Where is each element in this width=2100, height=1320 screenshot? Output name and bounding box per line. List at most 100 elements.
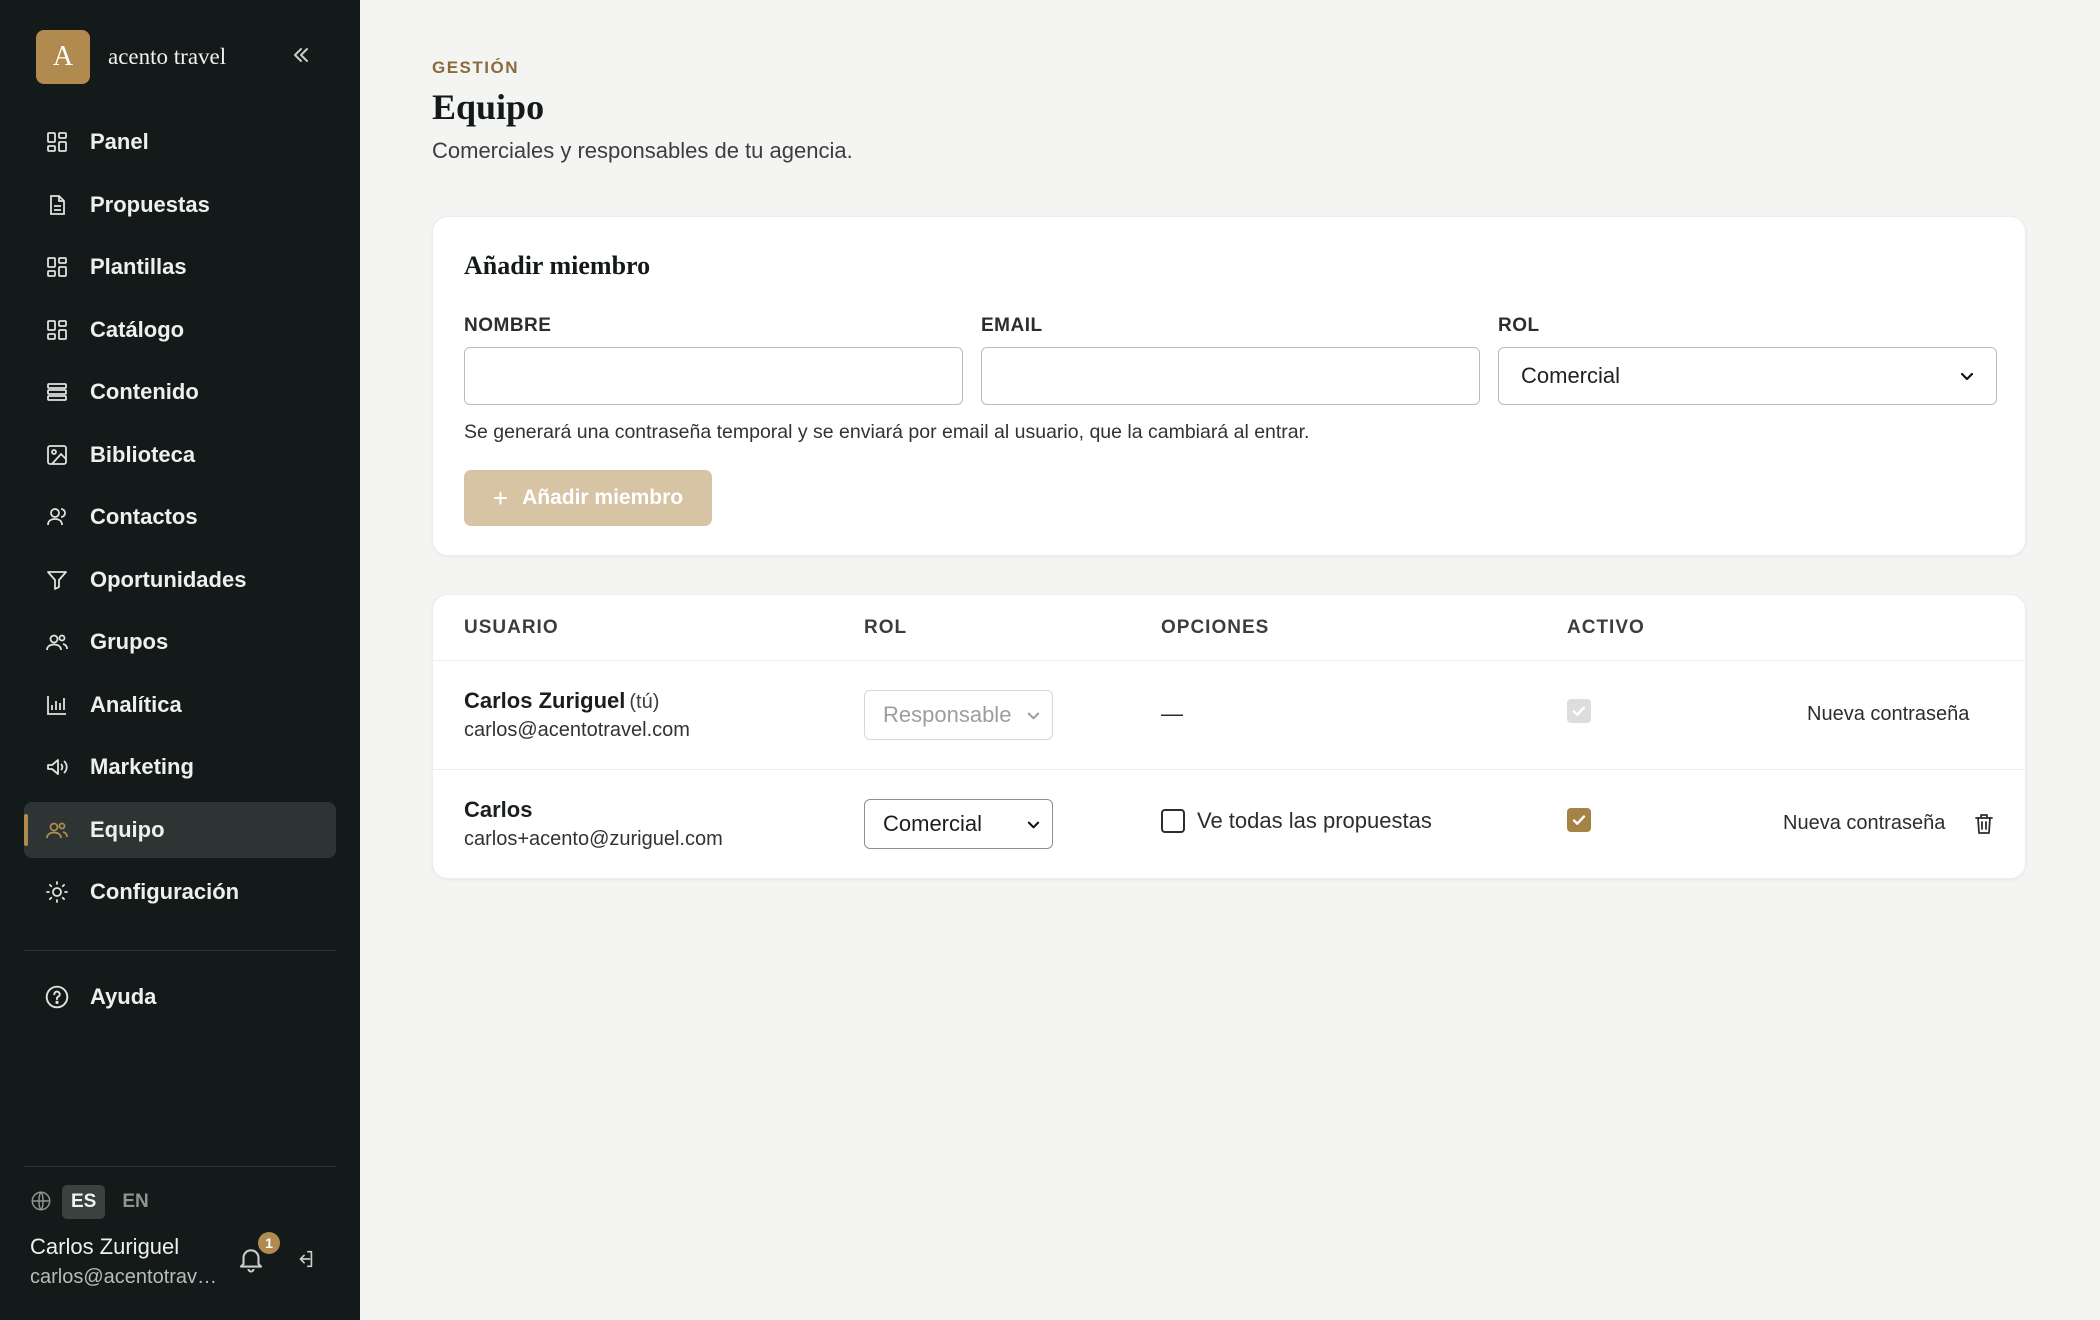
sidebar-item-analitica[interactable]: Analítica	[24, 677, 336, 733]
sidebar-item-contenido[interactable]: Contenido	[24, 364, 336, 420]
sidebar-item-label: Biblioteca	[90, 441, 196, 467]
sidebar-item-biblioteca[interactable]: Biblioteca	[24, 427, 336, 483]
sidebar-item-label: Catálogo	[90, 316, 185, 342]
sidebar-divider	[24, 1166, 336, 1167]
member-name: Carlos Zuriguel	[464, 688, 626, 713]
sidebar-item-grupos[interactable]: Grupos	[24, 614, 336, 670]
sidebar: A acento travel Panel Propuestas Plantil…	[0, 0, 360, 1320]
bar-chart-icon	[44, 692, 70, 718]
sidebar-item-label: Grupos	[90, 629, 169, 654]
sidebar-item-marketing[interactable]: Marketing	[24, 739, 336, 795]
column-header-role: ROL	[864, 617, 908, 638]
role-select[interactable]: Comercial	[1498, 347, 1997, 405]
sidebar-item-label: Ayuda	[90, 984, 157, 1009]
trash-icon[interactable]	[1973, 812, 1997, 838]
sidebar-nav: Panel Propuestas Plantillas Catálogo Con…	[24, 114, 336, 927]
filter-icon	[44, 567, 70, 593]
sidebar-item-propuestas[interactable]: Propuestas	[24, 177, 336, 233]
logout-icon[interactable]	[294, 1248, 320, 1274]
brand[interactable]: A acento travel	[36, 30, 226, 84]
chevron-down-icon	[1027, 702, 1040, 728]
name-label: NOMBRE	[464, 315, 552, 336]
sidebar-item-label: Propuestas	[90, 191, 210, 217]
active-checkbox	[1567, 699, 1591, 723]
sidebar-item-label: Equipo	[90, 816, 165, 842]
active-checkbox[interactable]	[1567, 808, 1591, 832]
sidebar-item-label: Analítica	[90, 691, 182, 717]
email-label: EMAIL	[981, 315, 1043, 336]
column-header-options: OPCIONES	[1161, 617, 1270, 638]
sidebar-item-label: Configuración	[90, 879, 240, 904]
member-email: carlos+acento@zuriguel.com	[464, 828, 723, 850]
see-all-proposals-label: Ve todas las propuestas	[1197, 808, 1432, 833]
options-empty: —	[1161, 701, 1183, 726]
language-option-es[interactable]: ES	[62, 1185, 106, 1219]
sidebar-item-label: Contactos	[90, 504, 198, 529]
plus-icon: +	[492, 482, 509, 513]
member-role-select: Responsable	[864, 690, 1053, 740]
collapse-sidebar-icon[interactable]	[286, 40, 316, 70]
email-input[interactable]	[981, 347, 1480, 405]
sidebar-item-label: Panel	[90, 129, 149, 154]
sidebar-item-plantillas[interactable]: Plantillas	[24, 239, 336, 295]
help-section: Ayuda	[24, 969, 336, 1032]
user-name-cell: Carlos Zuriguel (tú)	[464, 688, 659, 714]
email-field-group: EMAIL	[981, 315, 1480, 405]
sidebar-item-label: Contenido	[90, 379, 199, 404]
sidebar-item-configuracion[interactable]: Configuración	[24, 864, 336, 920]
sidebar-item-label: Plantillas	[90, 254, 187, 279]
user-email: carlos@acentotravel.com	[30, 1266, 220, 1288]
document-icon	[44, 192, 70, 218]
sidebar-item-equipo[interactable]: Equipo	[24, 801, 336, 858]
grid-icon	[44, 129, 70, 155]
user-name: Carlos Zuriguel	[30, 1234, 180, 1259]
member-role-value: Responsable	[883, 702, 1012, 727]
you-tag: (tú)	[629, 691, 660, 713]
see-all-proposals-option[interactable]: Ve todas las propuestas	[1161, 808, 1432, 834]
role-label: ROL	[1498, 315, 1540, 336]
name-field-group: NOMBRE	[464, 315, 963, 405]
current-user: Carlos Zuriguel carlos@acentotravel.com	[30, 1234, 220, 1289]
see-all-proposals-checkbox[interactable]	[1161, 809, 1185, 833]
sidebar-item-panel[interactable]: Panel	[24, 114, 336, 170]
member-name: Carlos	[464, 797, 533, 822]
page-title: Equipo	[432, 87, 545, 127]
brand-name: acento travel	[108, 44, 227, 69]
add-member-button[interactable]: + Añadir miembro	[464, 470, 712, 526]
page-eyebrow: GESTIÓN	[432, 58, 520, 77]
role-select-value: Comercial	[1521, 363, 1621, 388]
column-header-active: ACTIVO	[1567, 617, 1645, 638]
column-header-user: USUARIO	[464, 617, 559, 638]
stack-icon	[44, 379, 70, 405]
sidebar-item-catalogo[interactable]: Catálogo	[24, 302, 336, 358]
new-password-link[interactable]: Nueva contraseña	[1807, 703, 1969, 726]
member-email: carlos@acentotravel.com	[464, 719, 690, 741]
add-member-card: Añadir miembro NOMBRE EMAIL ROL Comercia…	[432, 216, 2026, 556]
add-member-title: Añadir miembro	[464, 251, 651, 280]
megaphone-icon	[44, 754, 70, 780]
role-field-group: ROL Comercial	[1498, 315, 1997, 405]
password-hint: Se generará una contraseña temporal y se…	[464, 421, 1310, 443]
globe-icon	[30, 1190, 54, 1214]
sidebar-item-contactos[interactable]: Contactos	[24, 489, 336, 545]
chevron-down-icon	[1960, 363, 1974, 389]
name-input[interactable]	[464, 347, 963, 405]
grid-icon	[44, 254, 70, 280]
sidebar-item-oportunidades[interactable]: Oportunidades	[24, 552, 336, 608]
table-row: Carlos Zuriguel (tú) carlos@acentotravel.…	[433, 660, 2027, 769]
member-role-select[interactable]: Comercial	[864, 799, 1053, 849]
new-password-link[interactable]: Nueva contraseña	[1783, 812, 1945, 835]
sun-icon	[44, 879, 70, 905]
language-option-en[interactable]: EN	[113, 1185, 157, 1219]
team-table: USUARIO ROL OPCIONES ACTIVO Carlos Zurig…	[432, 594, 2027, 879]
sidebar-item-ayuda[interactable]: Ayuda	[24, 969, 336, 1025]
brand-logo: A	[36, 30, 90, 84]
sidebar-divider	[24, 950, 336, 951]
table-row: Carlos carlos+acento@zuriguel.com Comerc…	[433, 769, 2027, 878]
help-circle-icon	[44, 984, 70, 1010]
users-icon	[44, 504, 70, 530]
add-member-button-label: Añadir miembro	[522, 486, 684, 509]
team-icon	[44, 817, 70, 843]
grid-icon	[44, 317, 70, 343]
page-subtitle: Comerciales y responsables de tu agencia…	[432, 138, 853, 163]
